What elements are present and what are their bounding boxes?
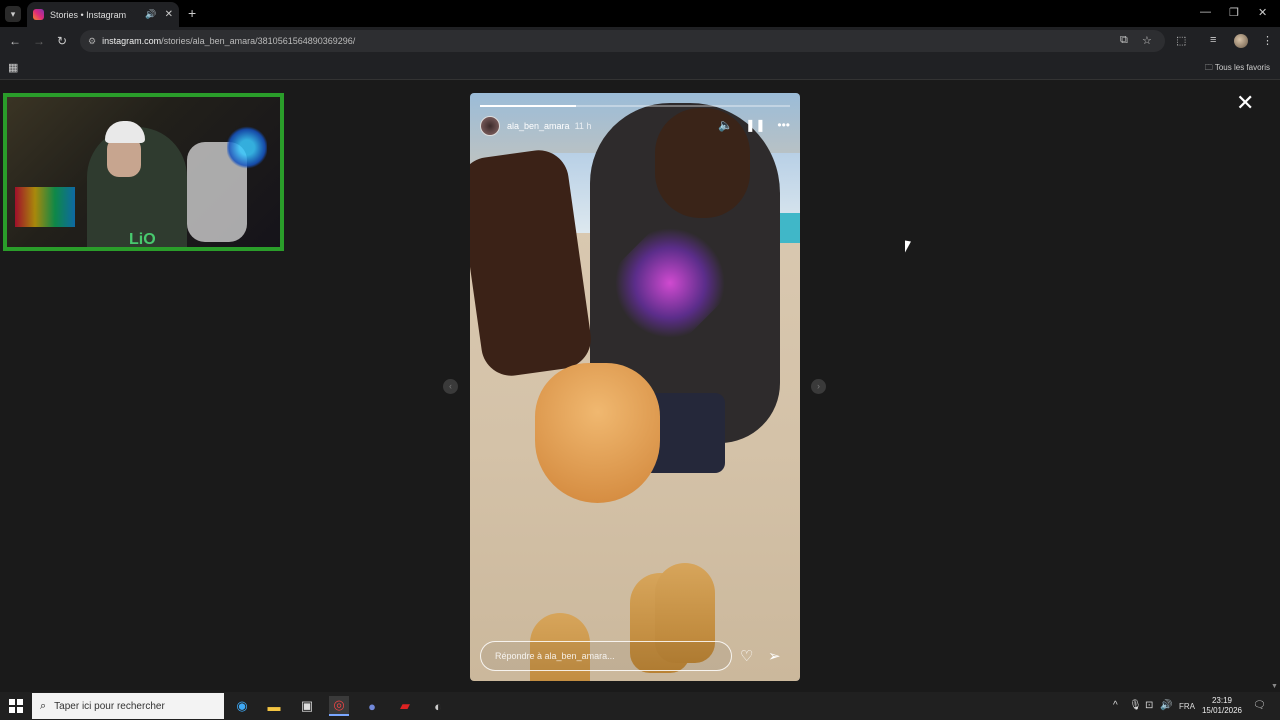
pause-icon[interactable]: ❚❚ xyxy=(745,118,765,132)
media-control-icon[interactable]: ≡ xyxy=(1210,34,1216,46)
next-story-arrow-icon[interactable]: › xyxy=(811,379,826,394)
hex-lights xyxy=(227,125,267,170)
story-user-avatar[interactable] xyxy=(480,116,500,136)
volume-icon[interactable]: 🔊 xyxy=(1160,700,1172,711)
browser-menu-icon[interactable]: ⋮ xyxy=(1262,34,1273,47)
install-app-icon[interactable]: ⧉ xyxy=(1120,34,1128,47)
url-text: instagram.com/stories/ala_ben_amara/3810… xyxy=(102,36,355,46)
tab-strip: ▾ Stories • Instagram 🔊 ✕ + — ❐ ✕ xyxy=(0,0,1280,27)
story-username[interactable]: ala_ben_amara xyxy=(507,121,570,131)
webcam-logo: LiO xyxy=(129,231,156,248)
story-header: ala_ben_amara 11 h 🔈 ❚❚ ••• xyxy=(480,115,790,137)
chrome-icon[interactable]: ◎ xyxy=(329,696,349,716)
reload-icon[interactable]: ↻ xyxy=(57,34,67,48)
more-options-icon[interactable]: ••• xyxy=(777,118,790,132)
streamer-face xyxy=(107,137,141,177)
instagram-favicon-icon xyxy=(33,9,44,20)
close-story-icon[interactable]: ✕ xyxy=(1236,92,1254,114)
speaker-icon[interactable]: 🔊 xyxy=(145,9,156,20)
clock-date: 15/01/2026 xyxy=(1201,706,1243,715)
extensions-puzzle-icon[interactable]: ⬚ xyxy=(1176,34,1186,47)
streamer-cap xyxy=(105,121,145,143)
story-progress-fill xyxy=(480,105,577,107)
coconut xyxy=(535,363,660,503)
edge-icon[interactable]: ◉ xyxy=(232,696,252,716)
story-timestamp: 11 h xyxy=(574,121,592,131)
story-media[interactable]: ala_ben_amara 11 h 🔈 ❚❚ ••• Répondre à a… xyxy=(470,93,800,681)
hidden-icons-chevron-icon[interactable]: ^ xyxy=(1113,700,1118,711)
recording-app-icon[interactable]: ◐ xyxy=(428,696,448,716)
url-path: /stories/ala_ben_amara/38105615648903692… xyxy=(161,36,356,46)
tab-title: Stories • Instagram xyxy=(50,9,127,20)
profile-avatar[interactable] xyxy=(1234,34,1248,48)
mouse-cursor-icon xyxy=(905,240,911,254)
story-controls: 🔈 ❚❚ ••• xyxy=(718,118,790,132)
previous-story-arrow-icon[interactable]: ‹ xyxy=(443,379,458,394)
url-host: instagram.com xyxy=(102,36,162,46)
reply-input[interactable]: Répondre à ala_ben_amara... xyxy=(480,641,732,671)
windows-taskbar: ⌕ Taper ici pour rechercher ◉ ▬ ▣ ◎ ● ▰ … xyxy=(0,692,1280,720)
microphone-icon[interactable]: 🎙 xyxy=(1129,700,1142,711)
rgb-keyboard-lights xyxy=(15,187,75,227)
heart-icon[interactable]: ♡ xyxy=(740,647,753,665)
send-icon[interactable]: ➢ xyxy=(768,647,781,665)
search-icon: ⌕ xyxy=(40,699,47,712)
taskbar-search-placeholder: Taper ici pour rechercher xyxy=(54,700,165,712)
video-app-icon[interactable]: ▰ xyxy=(395,696,415,716)
store-icon[interactable]: ▣ xyxy=(297,696,317,716)
story-progress-bar xyxy=(480,105,790,107)
tab-search-button[interactable]: ▾ xyxy=(5,6,21,22)
restore-window-icon[interactable]: ❐ xyxy=(1229,6,1239,19)
sound-icon[interactable]: 🔈 xyxy=(718,118,733,132)
notifications-icon[interactable]: 🗨 xyxy=(1253,700,1266,711)
file-explorer-icon[interactable]: ▬ xyxy=(264,696,284,716)
minimize-window-icon[interactable]: — xyxy=(1200,6,1211,18)
system-clock[interactable]: 23:19 15/01/2026 xyxy=(1200,696,1244,716)
language-indicator[interactable]: FRA xyxy=(1179,702,1195,711)
bookmarks-bar: ▦ 🗀 Tous les favoris xyxy=(0,55,1280,80)
close-window-icon[interactable]: ✕ xyxy=(1258,6,1267,19)
discord-icon[interactable]: ● xyxy=(362,696,382,716)
all-bookmarks-button[interactable]: 🗀 Tous les favoris xyxy=(1205,62,1270,76)
windows-start-icon[interactable] xyxy=(9,699,23,713)
taskbar-search-box[interactable]: ⌕ Taper ici pour rechercher xyxy=(32,693,224,719)
tab-instagram-stories[interactable]: Stories • Instagram 🔊 ✕ xyxy=(27,2,179,27)
webcam-overlay: LiO xyxy=(3,93,284,251)
address-bar[interactable]: ⚙ instagram.com/stories/ala_ben_amara/38… xyxy=(80,30,1165,52)
site-info-icon[interactable]: ⚙ xyxy=(88,36,96,47)
scroll-down-icon[interactable]: ▼ xyxy=(1271,683,1278,690)
all-bookmarks-label: Tous les favoris xyxy=(1214,63,1270,72)
bookmark-star-icon[interactable]: ☆ xyxy=(1142,34,1152,47)
back-arrow-icon[interactable]: ← xyxy=(9,34,21,48)
new-tab-button[interactable]: + xyxy=(188,5,196,21)
forward-arrow-icon[interactable]: → xyxy=(33,34,45,48)
browser-toolbar: ← → ↻ ⚙ instagram.com/stories/ala_ben_am… xyxy=(0,27,1280,55)
close-tab-icon[interactable]: ✕ xyxy=(165,9,173,20)
network-icon[interactable]: ⊡ xyxy=(1145,700,1153,711)
clock-time: 23:19 xyxy=(1211,696,1233,705)
folder-icon: 🗀 xyxy=(1204,63,1213,72)
apps-grid-icon[interactable]: ▦ xyxy=(8,61,18,74)
